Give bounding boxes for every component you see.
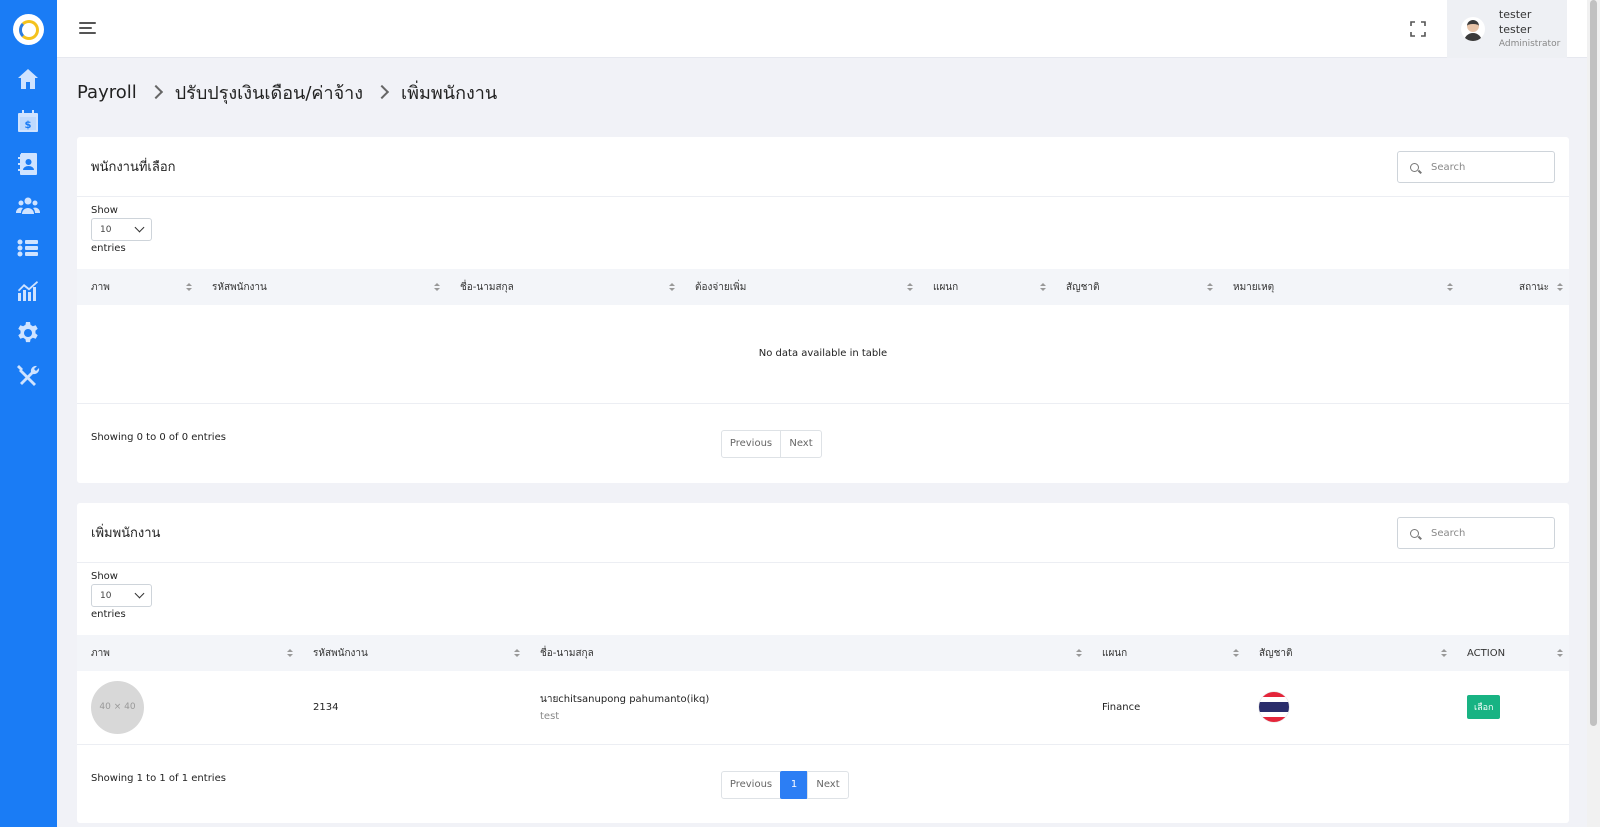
- chevron-right-icon: [374, 84, 390, 100]
- list-icon[interactable]: [14, 234, 42, 262]
- table-info: Showing 0 to 0 of 0 entries: [91, 431, 226, 443]
- add-employees-card: เพิ่มพนักงาน Show 10 entries ภาพ รหัสพนั…: [77, 503, 1569, 823]
- column-header-status[interactable]: สถานะ: [1459, 269, 1569, 305]
- tools-icon[interactable]: [14, 362, 42, 390]
- table-footer: Showing 0 to 0 of 0 entries Previous Nex…: [77, 404, 1569, 484]
- next-button[interactable]: Next: [807, 770, 849, 799]
- chevron-down-icon: [134, 588, 145, 599]
- entries-label: entries: [91, 609, 126, 620]
- sort-icon[interactable]: [1557, 649, 1563, 658]
- search-icon: [1410, 162, 1419, 172]
- user-role: Administrator: [1498, 39, 1561, 49]
- search-box[interactable]: [1397, 151, 1555, 183]
- sort-icon[interactable]: [186, 283, 192, 292]
- column-header-photo[interactable]: ภาพ: [77, 635, 299, 671]
- show-label: Show: [91, 205, 118, 216]
- employee-note: test: [540, 711, 560, 723]
- sort-icon[interactable]: [1207, 283, 1213, 292]
- pagination: Previous 1 Next: [721, 770, 849, 799]
- page-1-button[interactable]: 1: [780, 770, 808, 799]
- sort-icon[interactable]: [1233, 649, 1239, 658]
- search-icon: [1410, 528, 1419, 538]
- previous-button[interactable]: Previous: [721, 770, 781, 799]
- chart-icon[interactable]: [14, 277, 42, 305]
- page-length-value: 10: [100, 590, 112, 601]
- search-input[interactable]: [1431, 161, 1541, 173]
- column-header-department[interactable]: แผนก: [1088, 635, 1245, 671]
- sort-icon[interactable]: [434, 283, 440, 292]
- thailand-flag-icon: [1259, 692, 1289, 723]
- page-length-select[interactable]: 10: [91, 218, 152, 241]
- card-title: เพิ่มพนักงาน: [91, 526, 161, 541]
- column-header-extra-pay[interactable]: ต้องจ่ายเพิ่ม: [681, 269, 919, 305]
- menu-toggle-icon[interactable]: [79, 20, 99, 36]
- employee-photo: 40 × 40: [91, 680, 144, 734]
- breadcrumb-item-payroll[interactable]: Payroll: [77, 82, 137, 103]
- column-header-action[interactable]: ACTION: [1453, 635, 1569, 671]
- team-icon[interactable]: [14, 192, 42, 220]
- employee-code: 2134: [299, 671, 526, 745]
- table-footer: Showing 1 to 1 of 1 entries Previous 1 N…: [77, 745, 1569, 825]
- show-label: Show: [91, 571, 118, 582]
- column-header-code[interactable]: รหัสพนักงาน: [198, 269, 446, 305]
- fullscreen-icon[interactable]: [1409, 20, 1427, 38]
- length-control: Show 10 entries: [77, 563, 1569, 620]
- sort-icon[interactable]: [1040, 283, 1046, 292]
- table-row: 40 × 40 2134 นายchitsanupong pahumanto(i…: [77, 671, 1569, 745]
- breadcrumb: Payroll ปรับปรุงเงินเดือน/ค่าจ้าง เพิ่มพ…: [77, 78, 497, 106]
- search-input[interactable]: [1431, 527, 1541, 539]
- column-header-code[interactable]: รหัสพนักงาน: [299, 635, 526, 671]
- breadcrumb-item-salary-adjust[interactable]: ปรับปรุงเงินเดือน/ค่าจ้าง: [175, 78, 363, 107]
- entries-label: entries: [91, 243, 126, 254]
- user-menu[interactable]: tester tester Administrator: [1447, 0, 1567, 58]
- search-box[interactable]: [1397, 517, 1555, 549]
- next-button[interactable]: Next: [780, 429, 822, 458]
- select-employee-button[interactable]: เลือก: [1467, 695, 1501, 720]
- column-header-remark[interactable]: หมายเหตุ: [1219, 269, 1459, 305]
- sidebar: $$: [0, 0, 57, 827]
- pagination: Previous Next: [721, 429, 822, 458]
- sort-icon[interactable]: [669, 283, 675, 292]
- add-employees-table: ภาพ รหัสพนักงาน ชื่อ-นามสกุล แผนก สัญชาต…: [77, 635, 1569, 745]
- sort-icon[interactable]: [1557, 283, 1563, 292]
- breadcrumb-item-add-employee: เพิ่มพนักงาน: [401, 82, 498, 104]
- sort-icon[interactable]: [514, 649, 520, 658]
- chevron-down-icon: [134, 222, 145, 233]
- column-header-name[interactable]: ชื่อ-นามสกุล: [526, 635, 1088, 671]
- page-length-select[interactable]: 10: [91, 584, 152, 607]
- column-header-nationality[interactable]: สัญชาติ: [1245, 635, 1453, 671]
- user-name: tester tester: [1498, 8, 1532, 36]
- top-header: tester tester Administrator: [57, 0, 1587, 58]
- selected-employees-card: พนักงานที่เลือก Show 10 entries ภาพ รหัส…: [77, 137, 1569, 483]
- column-header-photo[interactable]: ภาพ: [77, 269, 198, 305]
- svg-text:$: $: [25, 120, 32, 131]
- app-logo[interactable]: [13, 14, 44, 45]
- user-avatar-icon: [1461, 17, 1485, 41]
- employee-name: นายchitsanupong pahumanto(ikq): [540, 694, 710, 706]
- employee-department: Finance: [1088, 671, 1245, 745]
- sort-icon[interactable]: [1076, 649, 1082, 658]
- sort-icon[interactable]: [907, 283, 913, 292]
- sort-icon[interactable]: [287, 649, 293, 658]
- page-scrollbar[interactable]: [1587, 0, 1600, 827]
- sort-icon[interactable]: [1447, 283, 1453, 292]
- page-length-value: 10: [100, 224, 112, 235]
- gear-icon[interactable]: [14, 319, 42, 347]
- sort-icon[interactable]: [1441, 649, 1447, 658]
- chevron-right-icon: [148, 84, 163, 100]
- selected-employees-table: ภาพ รหัสพนักงาน ชื่อ-นามสกุล ต้องจ่ายเพิ…: [77, 269, 1569, 404]
- empty-table-message: No data available in table: [77, 305, 1569, 404]
- table-info: Showing 1 to 1 of 1 entries: [91, 772, 226, 784]
- payroll-calendar-icon[interactable]: $$: [14, 107, 42, 135]
- column-header-nationality[interactable]: สัญชาติ: [1052, 269, 1219, 305]
- column-header-name[interactable]: ชื่อ-นามสกุล: [446, 269, 681, 305]
- home-icon[interactable]: [14, 65, 42, 93]
- contacts-icon[interactable]: [14, 150, 42, 178]
- column-header-department[interactable]: แผนก: [919, 269, 1052, 305]
- card-title: พนักงานที่เลือก: [91, 160, 176, 175]
- previous-button[interactable]: Previous: [721, 429, 781, 458]
- length-control: Show 10 entries: [77, 197, 1569, 254]
